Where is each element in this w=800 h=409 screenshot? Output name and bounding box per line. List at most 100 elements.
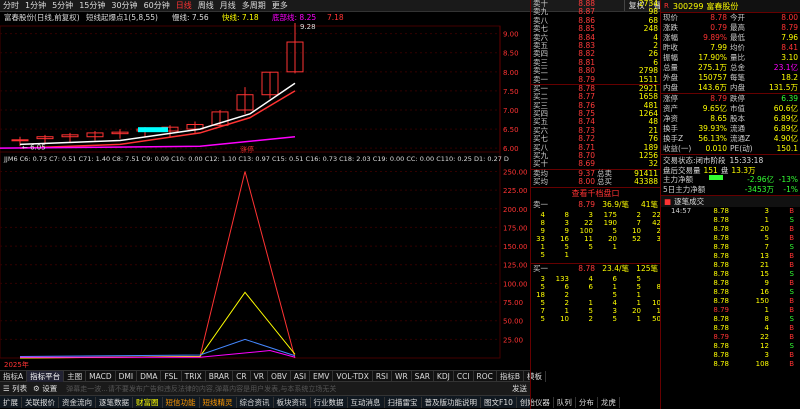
tab-period-4[interactable]: 30分钟 — [108, 0, 140, 11]
footer-tab[interactable]: 短信功能 — [163, 396, 200, 408]
quote-label: 涨幅 — [663, 33, 678, 42]
footer-tab[interactable]: 互动消息 — [348, 396, 385, 408]
footer-tab[interactable]: 行业数据 — [311, 396, 348, 408]
indicator-tab[interactable]: 指标平台 — [27, 370, 65, 382]
footer-tab[interactable]: 关联报价 — [22, 396, 59, 408]
sell_grid-cell: 1 — [564, 250, 569, 259]
tick-side: B — [789, 261, 794, 269]
quote-value2: 7.96 — [781, 33, 798, 42]
quote-row: 净资 8.65 股本 6.89亿 — [661, 114, 800, 124]
sell1-label: 卖一 — [533, 199, 548, 209]
view-depth-link[interactable]: 查看千档盘口 — [531, 188, 660, 200]
footer-tab[interactable]: 扩展 — [0, 396, 22, 408]
tick-volume: 13 — [760, 252, 769, 260]
tab-period-3[interactable]: 15分钟 — [76, 0, 108, 11]
quote-value2: 60.6亿 — [773, 104, 798, 113]
sell_grid-cell: 190 — [603, 218, 617, 227]
tab-period-10[interactable]: 更多 — [269, 0, 291, 11]
tick-side: B — [789, 351, 794, 359]
indicator-tab-right-item[interactable]: 指标B — [497, 370, 525, 382]
bids-row: 买六 8.73 21 — [531, 126, 660, 135]
tab-period-8[interactable]: 月线 — [217, 0, 239, 11]
quote-row: 总量 275.1万 总金 23.1亿 — [661, 63, 800, 73]
quote-label2: 均价 — [730, 43, 745, 52]
tab-period-0[interactable]: 分时 — [0, 0, 22, 11]
send-button[interactable]: 发送 — [509, 383, 530, 394]
indicator-tab[interactable]: 指标A — [0, 370, 28, 382]
tab-period-2[interactable]: 5分钟 — [49, 0, 76, 11]
indicator-value: 7.18 — [327, 13, 344, 22]
indicator-tab[interactable]: VR — [251, 370, 268, 382]
footer-right-tab[interactable]: 图文F10 — [481, 396, 517, 408]
indicator-tab[interactable]: 主图 — [64, 370, 87, 382]
tick-volume: 108 — [755, 360, 769, 368]
indicator-tab[interactable]: MACD — [86, 370, 116, 382]
tick-side: S — [789, 315, 794, 323]
danmaku-input[interactable]: 弹幕走一波...请不要发布广告和违反法律的内容,弹幕内容是用户发表,与本系统立场… — [60, 384, 509, 394]
indicator-tab[interactable]: DMI — [116, 370, 138, 382]
indicator-tab[interactable]: CR — [233, 370, 251, 382]
indicator-tab[interactable]: OBV — [268, 370, 291, 382]
price-pane-border — [0, 25, 501, 153]
quote-value: 143.6万 — [698, 83, 727, 92]
sell_grid-cell: 16 — [560, 234, 569, 243]
tab-period-6[interactable]: 日线 — [173, 0, 195, 11]
avg_buy-total: 43388 — [634, 177, 658, 187]
quote-value2: 4.90亿 — [773, 134, 798, 143]
indicator-tab[interactable]: WR — [392, 370, 412, 382]
tab-period-7[interactable]: 周线 — [195, 0, 217, 11]
quote-row: 换手Z 56.13% 流通Z 4.90亿 — [661, 134, 800, 144]
footer-tab[interactable]: 财富圈 — [133, 396, 163, 408]
footer-tab[interactable]: 资金流向 — [59, 396, 96, 408]
indicator-tab[interactable]: RSI — [373, 370, 393, 382]
settings-label: 设置 — [42, 384, 58, 393]
indicator-tab[interactable]: KDJ — [434, 370, 454, 382]
tab-period-1[interactable]: 1分钟 — [22, 0, 49, 11]
indicator-tab[interactable]: VOL-TDX — [333, 370, 373, 382]
tab-period-9[interactable]: 多周期 — [239, 0, 269, 11]
tick-volume: 150 — [755, 297, 769, 305]
indicator-tab[interactable]: EMV — [310, 370, 334, 382]
ind-axis-label: 250.00 — [503, 168, 528, 176]
indicator-tab[interactable]: SAR — [412, 370, 434, 382]
indicator-tab[interactable]: CCI — [454, 370, 474, 382]
quote-label2: 最高 — [730, 23, 745, 32]
quote-value: 17.90% — [698, 53, 727, 62]
indicator-tab[interactable]: TRIX — [182, 370, 206, 382]
footer-tab[interactable]: 板块资讯 — [274, 396, 311, 408]
buy_grid-cell: 5 — [540, 314, 545, 323]
after-label: 盘后交易量 — [663, 165, 701, 175]
kline-chart[interactable]: 富春股份(日线,前复权) 短线起爆点1(5,8,55) 慢线: 7.56 快线: 7.… — [0, 12, 530, 370]
tick-price: 8.78 — [713, 288, 729, 296]
buy1-count: 125笔 — [636, 263, 658, 273]
sell_grid-cell — [617, 251, 641, 259]
tick-price: 8.78 — [713, 351, 729, 359]
tick-row: 8.78 3 B — [661, 351, 800, 360]
sell1-price: 8.79 — [578, 199, 595, 209]
netflow-label: 主力净额 — [663, 175, 693, 184]
ticks-list[interactable]: 14:57 8.78 3 B 8.78 1 S 8.78 20 B 8.78 5 B 8.78 7 S 8.78… — [661, 207, 800, 369]
indicator-tab[interactable]: DMA — [137, 370, 162, 382]
settings-button[interactable]: ⚙ 设置 — [30, 383, 60, 394]
chart-area[interactable]: 富春股份(日线,前复权) 短线起爆点1(5,8,55) 慢线: 7.56 快线: 7.… — [0, 12, 530, 370]
tick-price: 8.79 — [713, 333, 729, 341]
buy_grid-cell: 8 — [656, 282, 661, 291]
indicator-tab[interactable]: BRAR — [206, 370, 234, 382]
footer-tab[interactable]: 短线精灵 — [200, 396, 237, 408]
footer-tab[interactable]: 综合资讯 — [237, 396, 274, 408]
period-tabs: 分时 1分钟 5分钟 15分钟 30分钟 60分钟 日线 周线 月线 多周期 更多 — [0, 0, 291, 11]
asks-row: 卖八 8.86 68 — [531, 16, 660, 25]
indicator-tab[interactable]: ROC — [474, 370, 497, 382]
footer-tab[interactable]: 逐笔数据 — [96, 396, 133, 408]
quote-label: 昨收 — [663, 43, 678, 52]
indicator-tab[interactable]: ASI — [291, 370, 311, 382]
tab-period-5[interactable]: 60分钟 — [141, 0, 173, 11]
indicator-tab[interactable]: FSL — [161, 370, 182, 382]
footer-right-tab[interactable]: 普及版功能说明 — [422, 396, 481, 408]
quote-label: 内盘 — [663, 83, 678, 92]
footer-tab[interactable]: 扫描雷宝 — [385, 396, 422, 408]
quote-row: 换手 39.93% 流通 6.89亿 — [661, 124, 800, 134]
tick-side: B — [789, 333, 794, 341]
bids-label: 买十 — [533, 159, 548, 169]
list-button[interactable]: ☰ 列表 — [0, 383, 30, 394]
